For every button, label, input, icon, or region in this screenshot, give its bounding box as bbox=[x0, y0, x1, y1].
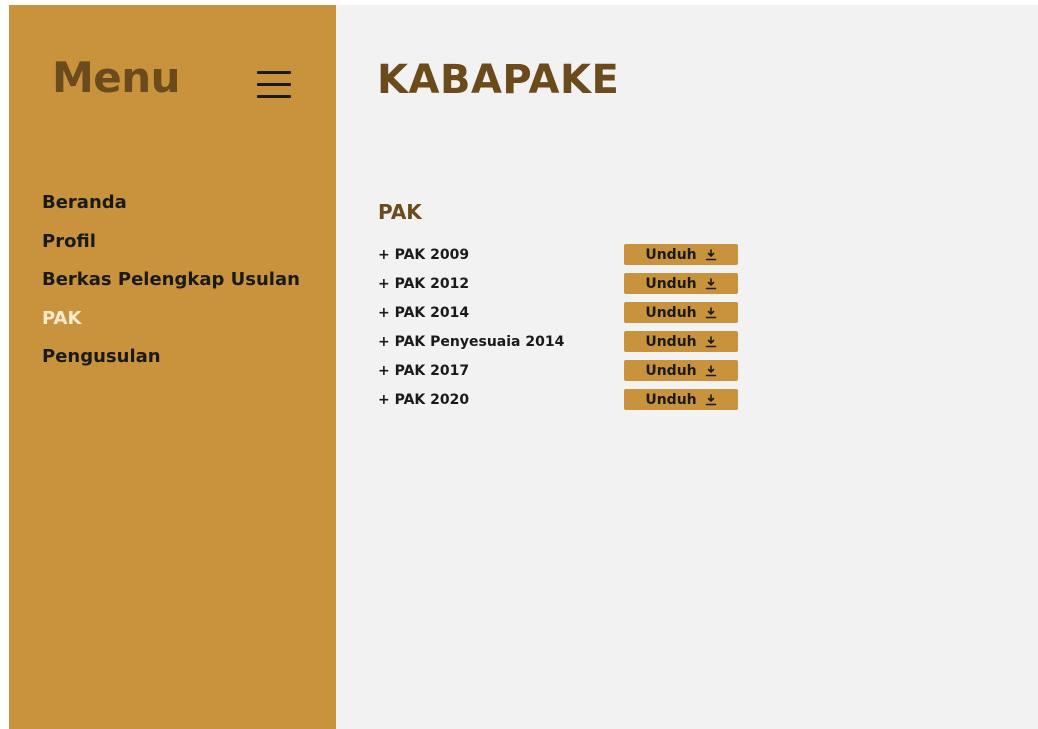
section-title: PAK bbox=[378, 200, 422, 224]
hamburger-bar bbox=[257, 71, 291, 74]
pak-list-item: + PAK 2009 Unduh bbox=[378, 243, 758, 272]
sidebar-item-profil[interactable]: Profil bbox=[42, 229, 300, 268]
unduh-button[interactable]: Unduh bbox=[624, 302, 738, 323]
download-icon bbox=[705, 393, 716, 405]
hamburger-bar bbox=[257, 95, 291, 98]
pak-item-label: + PAK 2017 bbox=[378, 363, 470, 379]
sidebar-item-berkas-pelengkap-usulan[interactable]: Berkas Pelengkap Usulan bbox=[42, 267, 300, 306]
pak-list-item: + PAK 2017 Unduh bbox=[378, 359, 758, 388]
pak-list-item: + PAK 2020 Unduh bbox=[378, 388, 758, 417]
pak-item-label: + PAK 2009 bbox=[378, 247, 470, 263]
unduh-button[interactable]: Unduh bbox=[624, 331, 738, 352]
pak-list-item: + PAK Penyesuaia 2014 Unduh bbox=[378, 330, 758, 359]
unduh-button-label: Unduh bbox=[645, 362, 697, 379]
unduh-button[interactable]: Unduh bbox=[624, 244, 738, 265]
unduh-button-label: Unduh bbox=[645, 275, 697, 292]
sidebar-item-pak[interactable]: PAK bbox=[42, 306, 300, 345]
download-icon bbox=[705, 335, 716, 347]
unduh-button-label: Unduh bbox=[645, 246, 697, 263]
hamburger-bar bbox=[257, 83, 291, 86]
pak-item-label: + PAK 2012 bbox=[378, 276, 470, 292]
download-icon bbox=[705, 277, 716, 289]
unduh-button-label: Unduh bbox=[645, 391, 697, 408]
app-frame: Menu Beranda Profil Berkas Pelengkap Usu… bbox=[9, 5, 1038, 729]
unduh-button[interactable]: Unduh bbox=[624, 360, 738, 381]
unduh-button-label: Unduh bbox=[645, 333, 697, 350]
sidebar: Menu Beranda Profil Berkas Pelengkap Usu… bbox=[9, 5, 336, 729]
unduh-button[interactable]: Unduh bbox=[624, 273, 738, 294]
pak-list: + PAK 2009 Unduh + PAK 2012 Unduh + PAK … bbox=[378, 243, 758, 417]
sidebar-nav: Beranda Profil Berkas Pelengkap Usulan P… bbox=[42, 190, 300, 383]
page-title: KABAPAKE bbox=[377, 57, 620, 103]
pak-item-label: + PAK 2014 bbox=[378, 305, 470, 321]
hamburger-menu-icon[interactable] bbox=[257, 71, 291, 99]
download-icon bbox=[705, 364, 716, 376]
download-icon bbox=[705, 306, 716, 318]
sidebar-item-beranda[interactable]: Beranda bbox=[42, 190, 300, 229]
pak-item-label: + PAK Penyesuaia 2014 bbox=[378, 334, 565, 350]
unduh-button[interactable]: Unduh bbox=[624, 389, 738, 410]
pak-item-label: + PAK 2020 bbox=[378, 392, 470, 408]
pak-list-item: + PAK 2014 Unduh bbox=[378, 301, 758, 330]
unduh-button-label: Unduh bbox=[645, 304, 697, 321]
menu-title: Menu bbox=[52, 53, 181, 102]
pak-list-item: + PAK 2012 Unduh bbox=[378, 272, 758, 301]
sidebar-item-pengusulan[interactable]: Pengusulan bbox=[42, 344, 300, 383]
download-icon bbox=[705, 248, 716, 260]
